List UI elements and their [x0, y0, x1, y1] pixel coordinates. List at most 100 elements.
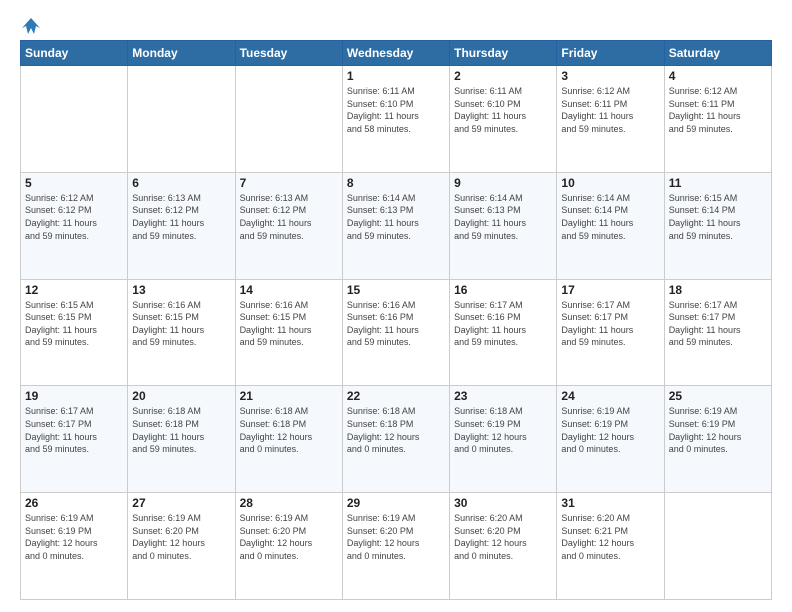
weekday-header-thursday: Thursday	[450, 41, 557, 66]
calendar-cell: 21 Sunrise: 6:18 AM Sunset: 6:18 PM Dayli…	[235, 386, 342, 493]
day-number: 27	[132, 496, 230, 510]
day-info: Sunrise: 6:16 AM Sunset: 6:15 PM Dayligh…	[132, 299, 230, 349]
day-number: 14	[240, 283, 338, 297]
day-number: 30	[454, 496, 552, 510]
day-number: 20	[132, 389, 230, 403]
calendar-cell: 30 Sunrise: 6:20 AM Sunset: 6:20 PM Dayli…	[450, 493, 557, 600]
weekday-header-wednesday: Wednesday	[342, 41, 449, 66]
calendar-cell: 6 Sunrise: 6:13 AM Sunset: 6:12 PM Daylig…	[128, 172, 235, 279]
calendar-cell: 23 Sunrise: 6:18 AM Sunset: 6:19 PM Dayli…	[450, 386, 557, 493]
day-info: Sunrise: 6:13 AM Sunset: 6:12 PM Dayligh…	[132, 192, 230, 242]
day-info: Sunrise: 6:19 AM Sunset: 6:19 PM Dayligh…	[669, 405, 767, 455]
day-info: Sunrise: 6:18 AM Sunset: 6:18 PM Dayligh…	[132, 405, 230, 455]
weekday-header-friday: Friday	[557, 41, 664, 66]
calendar-cell: 18Sunrise: 6:17 AM Sunset: 6:17 PM Dayli…	[664, 279, 771, 386]
day-number: 31	[561, 496, 659, 510]
day-number: 4	[669, 69, 767, 83]
day-info: Sunrise: 6:13 AM Sunset: 6:12 PM Dayligh…	[240, 192, 338, 242]
calendar-cell: 20 Sunrise: 6:18 AM Sunset: 6:18 PM Dayli…	[128, 386, 235, 493]
day-info: Sunrise: 6:19 AM Sunset: 6:20 PM Dayligh…	[132, 512, 230, 562]
calendar-cell: 15Sunrise: 6:16 AM Sunset: 6:16 PM Dayli…	[342, 279, 449, 386]
day-info: Sunrise: 6:11 AM Sunset: 6:10 PM Dayligh…	[347, 85, 445, 135]
calendar-cell: 1Sunrise: 6:11 AM Sunset: 6:10 PM Daylig…	[342, 66, 449, 173]
calendar-cell: 22 Sunrise: 6:18 AM Sunset: 6:18 PM Dayli…	[342, 386, 449, 493]
day-info: Sunrise: 6:15 AM Sunset: 6:15 PM Dayligh…	[25, 299, 123, 349]
day-number: 23	[454, 389, 552, 403]
calendar-cell: 9Sunrise: 6:14 AM Sunset: 6:13 PM Daylig…	[450, 172, 557, 279]
calendar-cell: 26 Sunrise: 6:19 AM Sunset: 6:19 PM Dayli…	[21, 493, 128, 600]
calendar-cell: 31 Sunrise: 6:20 AM Sunset: 6:21 PM Dayli…	[557, 493, 664, 600]
calendar-cell: 5 Sunrise: 6:12 AM Sunset: 6:12 PM Daylig…	[21, 172, 128, 279]
day-number: 18	[669, 283, 767, 297]
calendar-cell	[21, 66, 128, 173]
day-number: 22	[347, 389, 445, 403]
day-info: Sunrise: 6:20 AM Sunset: 6:20 PM Dayligh…	[454, 512, 552, 562]
header	[20, 16, 772, 30]
calendar-cell: 16 Sunrise: 6:17 AM Sunset: 6:16 PM Dayli…	[450, 279, 557, 386]
calendar-cell: 2 Sunrise: 6:11 AM Sunset: 6:10 PM Daylig…	[450, 66, 557, 173]
calendar-week-3: 12 Sunrise: 6:15 AM Sunset: 6:15 PM Dayli…	[21, 279, 772, 386]
day-info: Sunrise: 6:12 AM Sunset: 6:11 PM Dayligh…	[669, 85, 767, 135]
day-info: Sunrise: 6:14 AM Sunset: 6:13 PM Dayligh…	[347, 192, 445, 242]
page: SundayMondayTuesdayWednesdayThursdayFrid…	[0, 0, 792, 612]
calendar-cell: 19 Sunrise: 6:17 AM Sunset: 6:17 PM Dayli…	[21, 386, 128, 493]
calendar-cell: 29 Sunrise: 6:19 AM Sunset: 6:20 PM Dayli…	[342, 493, 449, 600]
day-info: Sunrise: 6:14 AM Sunset: 6:14 PM Dayligh…	[561, 192, 659, 242]
day-info: Sunrise: 6:19 AM Sunset: 6:19 PM Dayligh…	[561, 405, 659, 455]
calendar-cell: 28 Sunrise: 6:19 AM Sunset: 6:20 PM Dayli…	[235, 493, 342, 600]
day-info: Sunrise: 6:19 AM Sunset: 6:20 PM Dayligh…	[347, 512, 445, 562]
calendar-cell	[128, 66, 235, 173]
calendar-cell: 11 Sunrise: 6:15 AM Sunset: 6:14 PM Dayli…	[664, 172, 771, 279]
day-number: 9	[454, 176, 552, 190]
day-number: 29	[347, 496, 445, 510]
calendar-cell: 3 Sunrise: 6:12 AM Sunset: 6:11 PM Daylig…	[557, 66, 664, 173]
day-number: 12	[25, 283, 123, 297]
calendar-cell: 13Sunrise: 6:16 AM Sunset: 6:15 PM Dayli…	[128, 279, 235, 386]
day-info: Sunrise: 6:18 AM Sunset: 6:18 PM Dayligh…	[240, 405, 338, 455]
day-number: 3	[561, 69, 659, 83]
day-info: Sunrise: 6:15 AM Sunset: 6:14 PM Dayligh…	[669, 192, 767, 242]
day-number: 8	[347, 176, 445, 190]
day-info: Sunrise: 6:18 AM Sunset: 6:19 PM Dayligh…	[454, 405, 552, 455]
day-info: Sunrise: 6:19 AM Sunset: 6:20 PM Dayligh…	[240, 512, 338, 562]
day-number: 2	[454, 69, 552, 83]
day-info: Sunrise: 6:17 AM Sunset: 6:17 PM Dayligh…	[561, 299, 659, 349]
weekday-header-sunday: Sunday	[21, 41, 128, 66]
day-info: Sunrise: 6:17 AM Sunset: 6:17 PM Dayligh…	[25, 405, 123, 455]
day-number: 6	[132, 176, 230, 190]
logo-bird-icon	[22, 16, 40, 34]
calendar-cell: 8 Sunrise: 6:14 AM Sunset: 6:13 PM Daylig…	[342, 172, 449, 279]
day-number: 19	[25, 389, 123, 403]
calendar-cell: 7 Sunrise: 6:13 AM Sunset: 6:12 PM Daylig…	[235, 172, 342, 279]
calendar-cell: 27 Sunrise: 6:19 AM Sunset: 6:20 PM Dayli…	[128, 493, 235, 600]
day-number: 21	[240, 389, 338, 403]
weekday-header-tuesday: Tuesday	[235, 41, 342, 66]
day-number: 10	[561, 176, 659, 190]
day-info: Sunrise: 6:11 AM Sunset: 6:10 PM Dayligh…	[454, 85, 552, 135]
calendar-cell: 14 Sunrise: 6:16 AM Sunset: 6:15 PM Dayli…	[235, 279, 342, 386]
day-number: 15	[347, 283, 445, 297]
logo	[20, 16, 42, 30]
calendar-cell: 4 Sunrise: 6:12 AM Sunset: 6:11 PM Daylig…	[664, 66, 771, 173]
day-number: 7	[240, 176, 338, 190]
day-info: Sunrise: 6:20 AM Sunset: 6:21 PM Dayligh…	[561, 512, 659, 562]
day-number: 5	[25, 176, 123, 190]
calendar-cell: 10 Sunrise: 6:14 AM Sunset: 6:14 PM Dayli…	[557, 172, 664, 279]
day-number: 17	[561, 283, 659, 297]
day-info: Sunrise: 6:12 AM Sunset: 6:12 PM Dayligh…	[25, 192, 123, 242]
weekday-header-saturday: Saturday	[664, 41, 771, 66]
day-info: Sunrise: 6:16 AM Sunset: 6:15 PM Dayligh…	[240, 299, 338, 349]
day-info: Sunrise: 6:18 AM Sunset: 6:18 PM Dayligh…	[347, 405, 445, 455]
calendar-week-1: 1Sunrise: 6:11 AM Sunset: 6:10 PM Daylig…	[21, 66, 772, 173]
calendar-week-2: 5 Sunrise: 6:12 AM Sunset: 6:12 PM Daylig…	[21, 172, 772, 279]
day-info: Sunrise: 6:17 AM Sunset: 6:16 PM Dayligh…	[454, 299, 552, 349]
day-number: 26	[25, 496, 123, 510]
day-number: 28	[240, 496, 338, 510]
day-info: Sunrise: 6:19 AM Sunset: 6:19 PM Dayligh…	[25, 512, 123, 562]
calendar-cell: 12 Sunrise: 6:15 AM Sunset: 6:15 PM Dayli…	[21, 279, 128, 386]
day-number: 11	[669, 176, 767, 190]
day-number: 16	[454, 283, 552, 297]
day-info: Sunrise: 6:12 AM Sunset: 6:11 PM Dayligh…	[561, 85, 659, 135]
day-number: 25	[669, 389, 767, 403]
weekday-header-row: SundayMondayTuesdayWednesdayThursdayFrid…	[21, 41, 772, 66]
